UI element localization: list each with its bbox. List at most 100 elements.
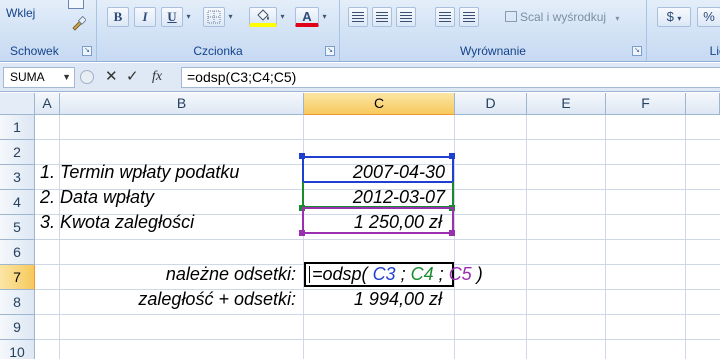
font-launcher-icon[interactable]: ↘ [325,46,335,56]
name-box-dropdown-icon[interactable]: ▼ [62,68,71,87]
formula-input[interactable]: =odsp(C3;C4;C5) [181,67,720,88]
cell-b7[interactable]: należne odsetki: [60,262,296,287]
reference-handle[interactable] [449,230,455,236]
cell-c8[interactable]: 1 994,00 zł [304,287,442,312]
decrease-indent-icon [439,12,451,22]
merge-center-button[interactable]: Scal i wyśrodkuj ▾ [500,7,636,27]
ribbon: Wklej Schowek ↘ B I U ▾ ▾ ▾ A ▾ Czcionka… [0,0,720,62]
name-box[interactable]: SUMA ▼ [3,67,75,88]
borders-button[interactable] [203,7,225,27]
reference-handle[interactable] [299,230,305,236]
enter-icon[interactable]: ✓ [126,68,139,86]
align-center-icon [376,12,388,22]
formula-suffix: ) [476,264,483,284]
active-cell-editor[interactable]: =odsp( C3 ; C4 ; C5 ) [304,262,483,287]
formula-ref-c5: C5 [448,264,472,284]
merge-center-label: Scal i wyśrodkuj [520,10,607,24]
number-group: $ ▾ % Lic [647,0,720,61]
row-header-9[interactable]: 9 [0,315,35,340]
paste-button[interactable]: Wklej [6,6,35,20]
number-group-label: Lic [709,44,720,58]
font-group: B I U ▾ ▾ ▾ A ▾ Czcionka ↘ [97,0,340,61]
reference-box-c3 [302,156,454,183]
column-header-b[interactable]: B [60,93,304,115]
alignment-launcher-icon[interactable]: ↘ [632,46,642,56]
underline-dropdown-icon[interactable]: ▾ [183,7,194,27]
increase-indent-button[interactable] [459,7,479,27]
column-header-d[interactable]: D [455,93,527,115]
cell-b5[interactable]: 3. Kwota zaległości [40,210,194,235]
cell-b8[interactable]: zaległość + odsetki: [60,287,296,312]
align-right-button[interactable] [396,7,416,27]
reference-handle[interactable] [299,153,305,159]
currency-dropdown-icon: ▾ [677,14,682,23]
percent-button[interactable]: % [697,7,720,27]
formula-bar-resize-handle[interactable] [80,70,94,84]
alignment-group-label: Wyrównanie [460,44,526,58]
merge-center-icon [505,11,517,22]
currency-symbol: $ [666,9,674,24]
formula-bar: SUMA ▼ ✕ ✓ fx =odsp(C3;C4;C5) [0,63,720,92]
gridline [59,115,60,359]
copy-icon[interactable] [68,0,84,9]
row-header-10[interactable]: 10 [0,340,35,359]
worksheet-grid[interactable]: A B C D E F 1 2 3 4 5 6 7 8 9 10 1. Term… [0,93,720,359]
gridline [35,239,720,240]
gridline [526,115,527,359]
column-header-f[interactable]: F [606,93,686,115]
reference-handle[interactable] [449,153,455,159]
borders-icon [207,10,221,24]
underline-button[interactable]: U [161,7,183,27]
currency-button[interactable]: $ ▾ [657,7,691,27]
borders-dropdown-icon[interactable]: ▾ [225,7,236,27]
gridline [35,139,720,140]
row-header-7[interactable]: 7 [0,265,35,290]
column-header-e[interactable]: E [527,93,606,115]
text-caret [309,266,310,283]
gridline [685,115,686,359]
align-center-button[interactable] [372,7,392,27]
clipboard-launcher-icon[interactable]: ↘ [82,46,92,56]
gridline [303,115,304,359]
row-header-3[interactable]: 3 [0,165,35,190]
cell-b4[interactable]: 2. Data wpłaty [40,185,154,210]
formula-ref-c3: C3 [372,264,396,284]
bold-button[interactable]: B [107,7,129,27]
row-header-8[interactable]: 8 [0,290,35,315]
formula-separator: ; [438,264,444,284]
italic-button[interactable]: I [134,7,156,27]
gridline [35,314,720,315]
row-header-2[interactable]: 2 [0,140,35,165]
insert-function-icon[interactable]: fx [152,68,162,86]
align-right-icon [400,12,412,22]
column-header-a[interactable]: A [35,93,60,115]
row-header-5[interactable]: 5 [0,215,35,240]
gridline [605,115,606,359]
cancel-icon[interactable]: ✕ [105,68,118,86]
name-box-value: SUMA [10,70,45,84]
row-header-4[interactable]: 4 [0,190,35,215]
row-header-1[interactable]: 1 [0,115,35,140]
merge-center-dropdown-icon[interactable]: ▾ [615,14,619,23]
formula-ref-c4: C4 [410,264,434,284]
column-header-g[interactable] [686,93,720,115]
format-painter-icon[interactable] [70,15,86,31]
formula-separator: ; [400,264,406,284]
font-color-button[interactable]: A [295,7,319,27]
column-header-c[interactable]: C [304,93,455,115]
font-group-label: Czcionka [193,44,243,58]
align-left-button[interactable] [348,7,368,27]
row-header-6[interactable]: 6 [0,240,35,265]
font-color-dropdown-icon[interactable]: ▾ [319,7,330,27]
decrease-indent-button[interactable] [435,7,455,27]
align-left-icon [352,12,364,22]
cell-b3[interactable]: 1. Termin wpłaty podatku [40,160,239,185]
gridline [35,339,720,340]
alignment-group: Scal i wyśrodkuj ▾ Wyrównanie ↘ [340,0,647,61]
fill-color-button[interactable] [249,7,277,27]
select-all-button[interactable] [0,93,35,115]
formula-prefix: =odsp( [312,264,368,284]
paint-bucket-icon [257,9,269,21]
fill-color-dropdown-icon[interactable]: ▾ [277,7,288,27]
formula-bar-buttons: ✕ ✓ fx [78,67,182,88]
